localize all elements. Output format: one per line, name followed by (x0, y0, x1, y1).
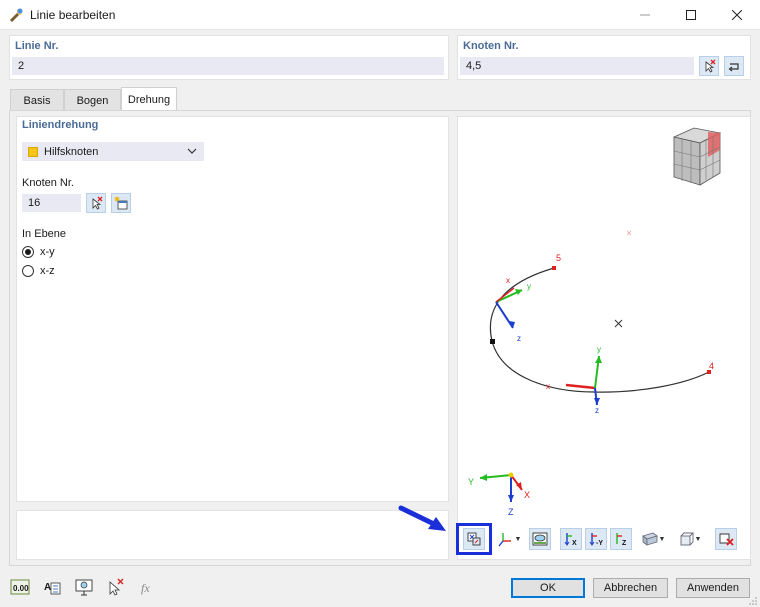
node-label-5: 5 (556, 253, 561, 263)
render-mode-button[interactable] (529, 528, 551, 550)
edit-label-icon: A (44, 582, 61, 595)
new-rotation-node-button[interactable] (111, 193, 131, 213)
resize-grip-icon[interactable] (748, 595, 758, 605)
svg-text:0.00: 0.00 (13, 584, 29, 593)
view-y-button[interactable]: -Y (585, 528, 607, 550)
tab-drehung[interactable]: Drehung (121, 87, 177, 111)
plane-xy-radio[interactable] (22, 246, 34, 258)
nodes-field[interactable]: 4,5 (460, 57, 694, 75)
coordinate-system-button[interactable]: ▼ (492, 528, 526, 550)
view-y-icon: -Y (589, 533, 603, 547)
svg-text:Z: Z (622, 540, 627, 547)
units-button[interactable]: 0.00 (9, 576, 31, 598)
new-node-icon (114, 196, 128, 210)
rotation-panel (16, 116, 449, 502)
tab-bogen[interactable]: Bogen (64, 89, 121, 111)
rotation-section-title: Liniendrehung (22, 119, 99, 131)
box-view-dropdown-arrow-icon: ▼ (694, 535, 702, 543)
svg-text:fx: fx (141, 581, 150, 595)
reset-view-icon (719, 533, 734, 546)
display-options-dropdown-arrow-icon: ▼ (658, 535, 666, 543)
window-title: Linie bearbeiten (30, 8, 116, 22)
svg-text:x: x (506, 276, 510, 285)
coordinate-dropdown-arrow-icon: ▼ (514, 535, 522, 543)
reset-view-button[interactable] (715, 528, 737, 550)
render-mode-icon (532, 532, 548, 546)
preview-drawing: 5 4 y x z x y z Y X Z (468, 127, 722, 517)
global-axis-z-label: Z (508, 507, 514, 517)
global-axis-x-label: X (524, 490, 530, 500)
close-icon (732, 10, 742, 20)
description-field[interactable] (16, 510, 449, 560)
app-icon (8, 7, 24, 23)
svg-text:-Y: -Y (596, 540, 603, 547)
minimize-icon (640, 14, 650, 16)
svg-text:y: y (597, 345, 601, 354)
line-number-field[interactable]: 2 (12, 57, 444, 75)
node-label-4: 4 (709, 361, 714, 371)
pick-node-icon (92, 196, 103, 210)
plane-xy-label: x-y (40, 246, 55, 258)
ok-button[interactable]: OK (511, 578, 585, 598)
box-view-button[interactable]: ▼ (673, 528, 707, 550)
rotation-type-color-swatch (28, 147, 38, 157)
view-button[interactable] (73, 576, 95, 598)
reverse-direction-button[interactable] (724, 56, 744, 76)
nodes-label: Knoten Nr. (463, 40, 519, 52)
close-button[interactable] (714, 0, 760, 30)
reverse-direction-icon (728, 63, 739, 72)
delete-button[interactable] (105, 576, 127, 598)
coordinate-system-icon (497, 533, 511, 547)
svg-text:x: x (546, 382, 550, 391)
view-x-button[interactable]: X (560, 528, 582, 550)
box-view-icon (680, 532, 694, 546)
view-cube-icon (672, 127, 722, 186)
svg-text:z: z (517, 334, 521, 343)
maximize-icon (686, 10, 696, 20)
title-bar: Linie bearbeiten (0, 0, 760, 30)
plane-label: In Ebene (22, 228, 67, 240)
global-axis-y-label: Y (468, 477, 474, 487)
rotation-type-value: Hilfsknoten (44, 146, 99, 158)
tab-basis[interactable]: Basis (10, 89, 64, 111)
delete-icon (109, 578, 124, 596)
rotate-view-button[interactable] (463, 528, 485, 550)
pick-nodes-button[interactable] (699, 56, 719, 76)
formula-button[interactable]: fx (137, 576, 159, 598)
svg-text:A: A (44, 582, 51, 593)
maximize-button[interactable] (668, 0, 714, 30)
edit-label-button[interactable]: A (41, 576, 63, 598)
rotation-node-field[interactable]: 16 (22, 194, 81, 212)
svg-text:X: X (572, 540, 577, 547)
plane-xz-label: x-z (40, 265, 55, 277)
apply-button[interactable]: Anwenden (676, 578, 750, 598)
display-options-button[interactable]: ▼ (636, 528, 670, 550)
view-x-icon: X (564, 533, 577, 547)
display-options-icon (641, 532, 658, 546)
units-icon: 0.00 (10, 579, 30, 595)
formula-icon: fx (141, 581, 150, 595)
line-number-label: Linie Nr. (15, 40, 59, 52)
pick-nodes-icon (705, 59, 716, 73)
rotation-type-select[interactable]: Hilfsknoten (22, 142, 204, 161)
svg-text:z: z (595, 406, 599, 415)
nodes-group: Knoten Nr. 4,5 (457, 35, 751, 80)
view-z-icon: Z (616, 533, 627, 547)
rotation-node-label: Knoten Nr. (22, 177, 74, 189)
svg-text:y: y (527, 282, 531, 291)
view-z-button[interactable]: Z (610, 528, 632, 550)
view-icon (75, 579, 93, 596)
pick-rotation-node-button[interactable] (86, 193, 106, 213)
plane-xz-radio[interactable] (22, 265, 34, 277)
chevron-down-icon (187, 146, 197, 159)
annotation-arrow-icon (398, 505, 446, 531)
line-number-group: Linie Nr. 2 (9, 35, 449, 80)
cancel-button[interactable]: Abbrechen (593, 578, 668, 598)
rotate-view-icon (467, 532, 481, 546)
minimize-button[interactable] (622, 0, 668, 30)
preview-viewport[interactable]: 5 4 y x z x y z Y X Z (457, 116, 751, 560)
